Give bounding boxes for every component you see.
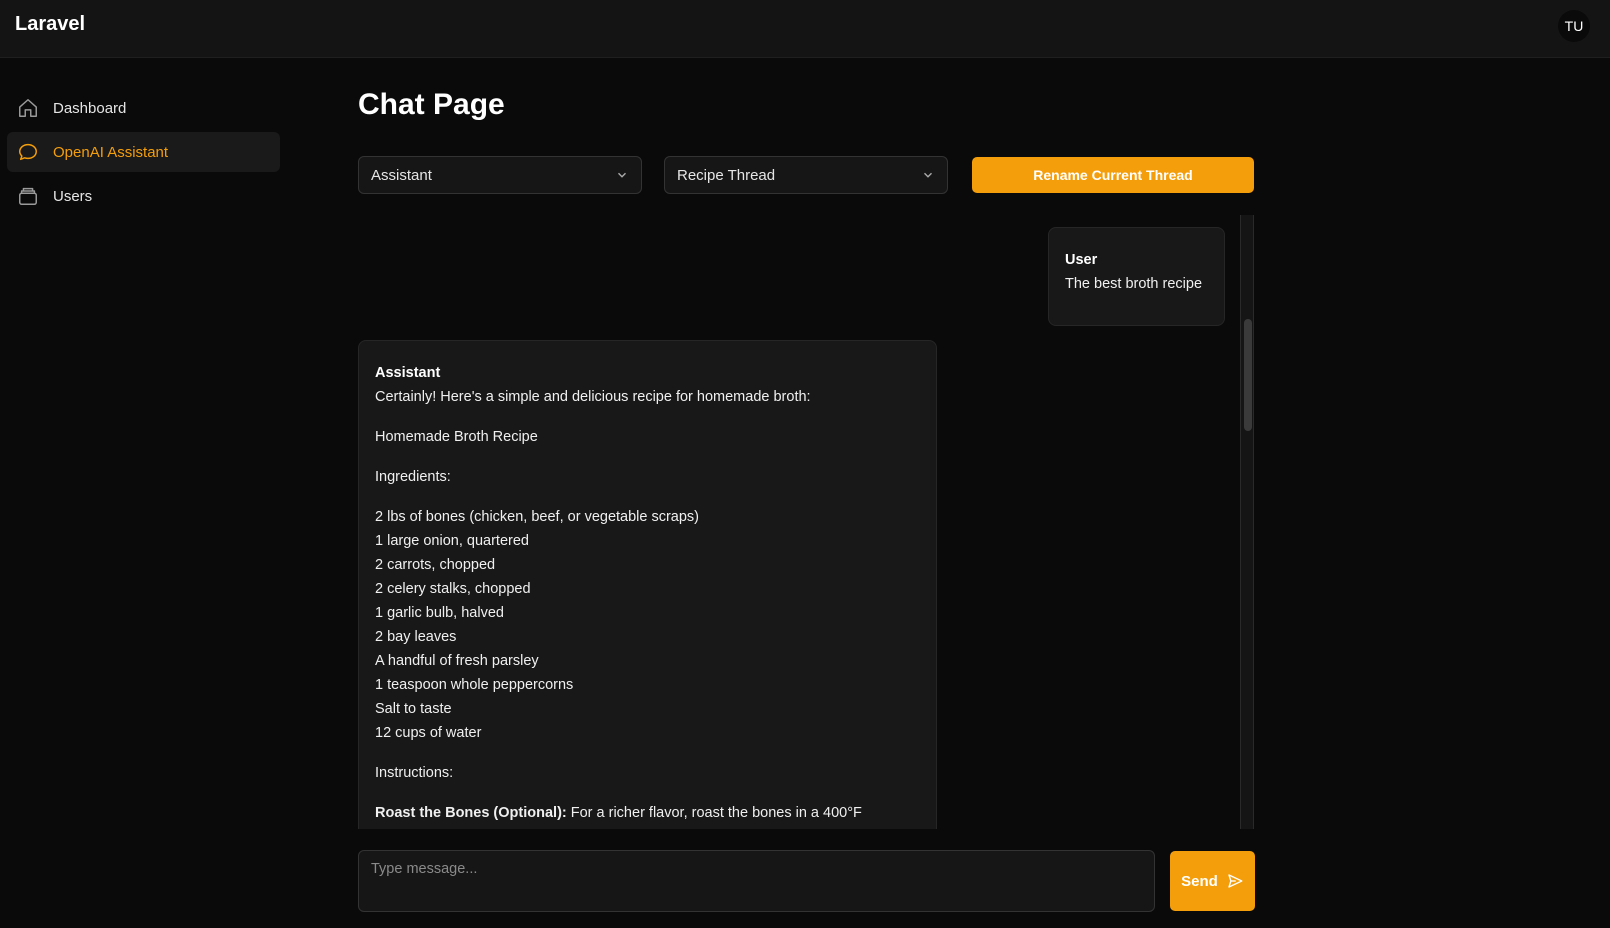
ingredient-item: 1 teaspoon whole peppercorns (375, 677, 574, 693)
message-author: User (1065, 252, 1098, 268)
ingredient-item: 2 celery stalks, chopped (375, 581, 531, 597)
send-button[interactable]: Send (1170, 851, 1255, 911)
step-text: For a richer flavor, roast the bones in … (566, 805, 862, 821)
chevron-down-icon (924, 172, 932, 178)
chevron-down-icon (618, 172, 626, 178)
ingredient-item: Salt to taste (375, 701, 452, 717)
scrollbar-thumb[interactable] (1244, 319, 1252, 431)
sidebar-item-label: OpenAI Assistant (53, 143, 169, 161)
ingredient-item: 12 cups of water (375, 725, 482, 741)
send-label: Send (1181, 872, 1218, 890)
thread-select[interactable]: Recipe Thread (664, 156, 948, 194)
ingredient-item: 1 garlic bulb, halved (375, 605, 504, 621)
chat-bubble-icon (17, 141, 39, 163)
message-text: The best broth recipe (1065, 276, 1203, 292)
paper-plane-icon (1228, 874, 1243, 888)
instruction-step: Roast the Bones (Optional): For a richer… (375, 801, 920, 825)
ingredient-item: 2 bay leaves (375, 629, 457, 645)
sidebar-item-openai-assistant[interactable]: OpenAI Assistant (7, 132, 280, 172)
sidebar-item-label: Dashboard (53, 99, 127, 117)
message-input[interactable] (358, 850, 1155, 912)
sidebar-item-dashboard[interactable]: Dashboard (7, 88, 280, 128)
rename-thread-button[interactable]: Rename Current Thread (972, 157, 1254, 193)
user-avatar[interactable]: TU (1558, 10, 1590, 42)
message-intro: Certainly! Here's a simple and delicious… (375, 389, 811, 405)
assistant-message: Assistant Certainly! Here's a simple and… (358, 340, 937, 829)
sidebar-item-label: Users (53, 187, 93, 205)
archive-icon (17, 185, 39, 207)
thread-select-value: Recipe Thread (677, 166, 776, 184)
sidebar-item-users[interactable]: Users (7, 176, 280, 216)
assistant-select-value: Assistant (371, 166, 432, 184)
chat-scrollbar[interactable] (1240, 215, 1254, 829)
ingredient-item: 2 carrots, chopped (375, 557, 496, 573)
ingredient-item: 2 lbs of bones (chicken, beef, or vegeta… (375, 509, 700, 525)
page-title: Chat Page (358, 88, 505, 121)
top-bar: Laravel TU (0, 0, 1610, 58)
assistant-select[interactable]: Assistant (358, 156, 642, 194)
user-message: User The best broth recipe (1048, 227, 1225, 326)
sidebar: Dashboard OpenAI Assistant Users (7, 88, 280, 220)
step-title: Roast the Bones (Optional): (375, 805, 567, 821)
recipe-heading: Homemade Broth Recipe (375, 429, 538, 445)
ingredient-item: A handful of fresh parsley (375, 653, 539, 669)
chat-messages[interactable]: User The best broth recipe Assistant Cer… (358, 215, 1254, 829)
brand-logo[interactable]: Laravel (15, 13, 85, 36)
instructions-label: Instructions: (375, 765, 454, 781)
message-author: Assistant (375, 365, 441, 381)
home-icon (17, 97, 39, 119)
ingredients-label: Ingredients: (375, 469, 451, 485)
ingredient-item: 1 large onion, quartered (375, 533, 529, 549)
